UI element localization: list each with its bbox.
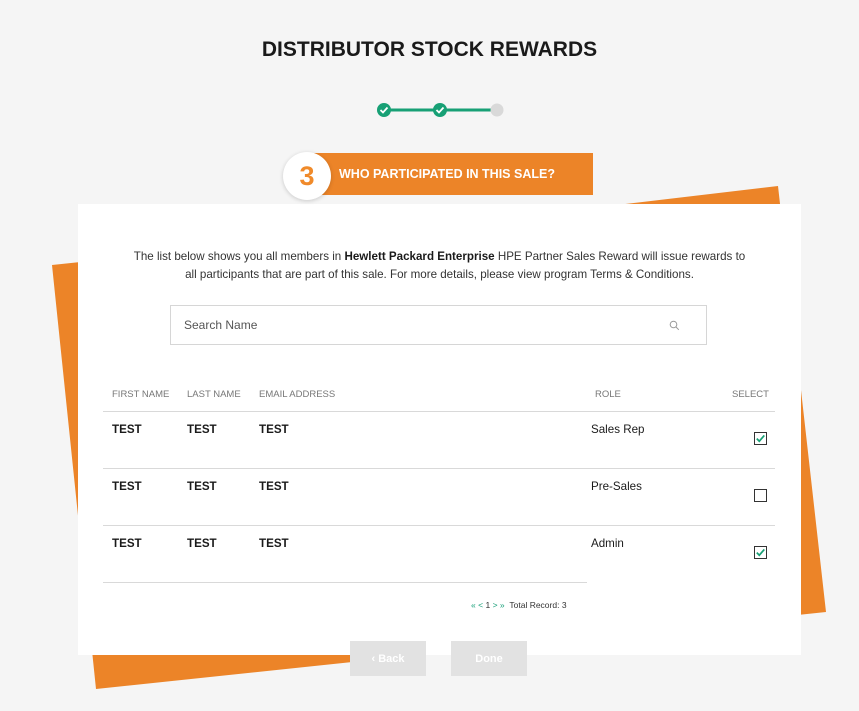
column-header-first-name: FIRST NAME <box>112 389 170 400</box>
row-divider <box>103 525 775 526</box>
column-header-select: SELECT <box>732 389 769 400</box>
table-bottom-divider <box>103 582 587 583</box>
step-banner: 3 WHO PARTICIPATED IN THIS SALE? <box>283 152 593 200</box>
step-3-pending-icon <box>490 103 504 117</box>
next-page-link[interactable]: > <box>493 600 498 610</box>
cell-email: TEST <box>259 480 289 493</box>
cell-first-name: TEST <box>112 537 142 550</box>
step-number-badge: 3 <box>283 152 331 200</box>
checkmark-icon <box>756 434 765 443</box>
prev-page-link[interactable]: < <box>478 600 483 610</box>
cell-email: TEST <box>259 423 289 436</box>
step-number: 3 <box>299 160 315 191</box>
column-header-last-name: LAST NAME <box>187 389 241 400</box>
search-input[interactable] <box>171 306 706 344</box>
intro-text: The list below shows you all members in … <box>78 248 801 284</box>
back-button[interactable]: ‹ Back <box>350 641 426 676</box>
search-box <box>170 305 707 345</box>
cell-last-name: TEST <box>187 537 217 550</box>
company-name: Hewlett Packard Enterprise <box>344 250 495 263</box>
cell-first-name: TEST <box>112 423 142 436</box>
cell-email: TEST <box>259 537 289 550</box>
cell-role: Admin <box>591 537 624 550</box>
step-2-complete-icon <box>433 103 447 117</box>
progress-stepper <box>377 103 504 117</box>
last-page-link[interactable]: » <box>500 600 505 610</box>
select-checkbox[interactable] <box>754 432 767 445</box>
step-1-complete-icon <box>377 103 391 117</box>
done-button[interactable]: Done <box>451 641 527 676</box>
intro-text-part1: The list below shows you all members in <box>133 250 345 263</box>
cell-role: Sales Rep <box>591 423 645 436</box>
search-icon[interactable] <box>669 320 680 331</box>
step-label: WHO PARTICIPATED IN THIS SALE? <box>305 153 593 195</box>
select-checkbox[interactable] <box>754 489 767 502</box>
row-divider <box>103 468 775 469</box>
column-header-email: EMAIL ADDRESS <box>259 389 336 400</box>
cell-last-name: TEST <box>187 423 217 436</box>
pagination: « < 1 > » Total Record: 3 <box>471 600 567 610</box>
cell-first-name: TEST <box>112 480 142 493</box>
header-divider <box>103 411 775 412</box>
cell-role: Pre-Sales <box>591 480 642 493</box>
participants-card: The list below shows you all members in … <box>78 204 801 655</box>
column-header-role: ROLE <box>595 389 621 400</box>
intro-text-line2: all participants that are part of this s… <box>185 268 694 281</box>
select-checkbox[interactable] <box>754 546 767 559</box>
intro-text-part2: HPE Partner Sales Reward will issue rewa… <box>494 250 746 263</box>
cell-last-name: TEST <box>187 480 217 493</box>
checkmark-icon <box>756 548 765 557</box>
current-page[interactable]: 1 <box>485 600 490 610</box>
total-record-label: Total Record: 3 <box>509 600 567 610</box>
first-page-link[interactable]: « <box>471 600 476 610</box>
